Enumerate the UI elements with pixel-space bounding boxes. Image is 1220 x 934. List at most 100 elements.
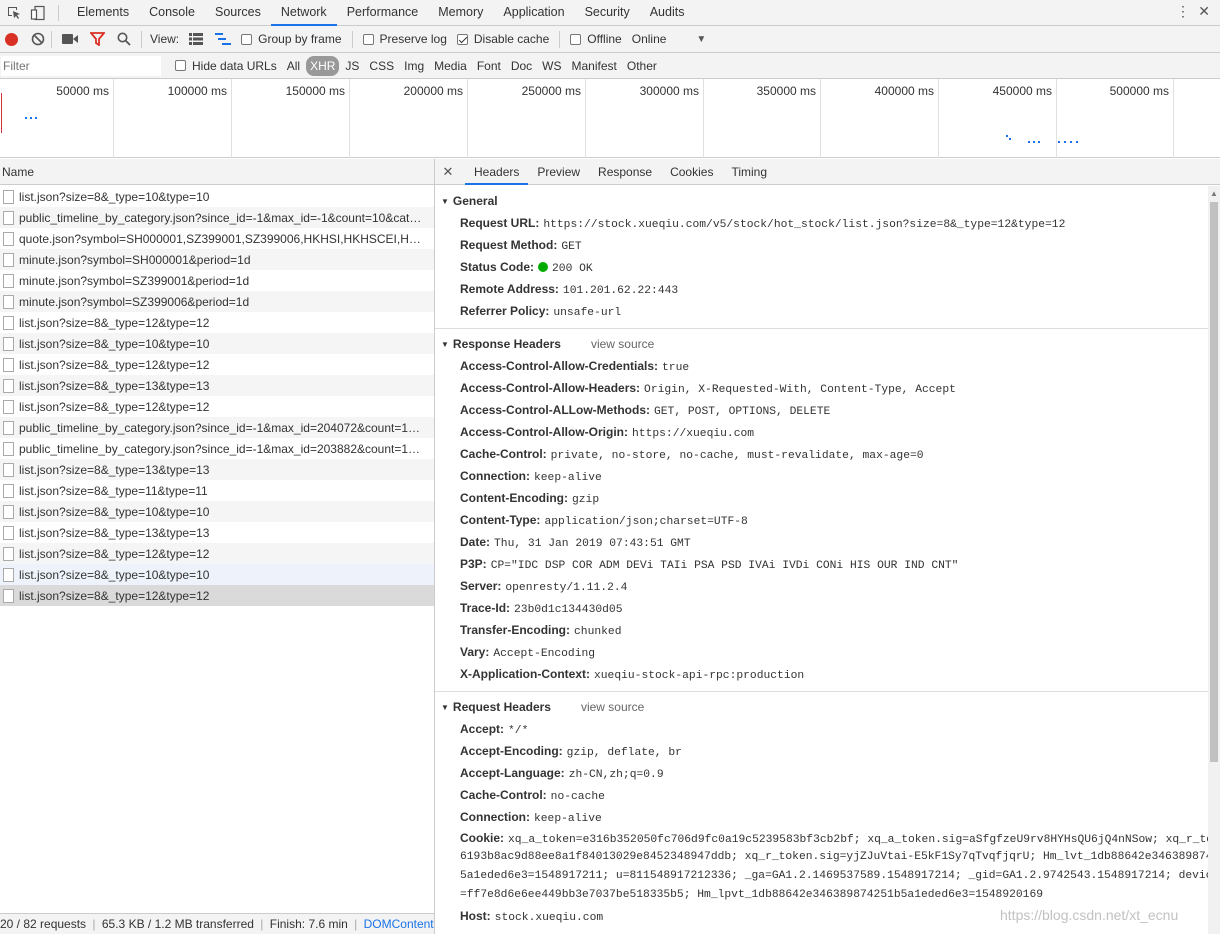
filter-type-js[interactable]: JS	[341, 56, 363, 76]
tab-network[interactable]: Network	[270, 0, 337, 26]
request-row[interactable]: minute.json?symbol=SH000001&period=1d	[0, 249, 434, 270]
header-row: Connection: keep-alive	[435, 806, 1208, 828]
request-row[interactable]: list.json?size=8&_type=12&type=12	[0, 396, 434, 417]
close-detail-icon[interactable]: ✕	[435, 164, 461, 180]
detail-tab-preview[interactable]: Preview	[528, 159, 589, 185]
request-row[interactable]: public_timeline_by_category.json?since_i…	[0, 417, 434, 438]
tab-memory[interactable]: Memory	[428, 0, 493, 26]
view-source-link[interactable]: view source	[591, 337, 654, 351]
request-row[interactable]: list.json?size=8&_type=12&type=12	[0, 312, 434, 333]
search-icon[interactable]	[117, 26, 131, 53]
expand-triangle-icon: ▼	[441, 339, 449, 349]
request-row[interactable]: minute.json?symbol=SZ399006&period=1d	[0, 291, 434, 312]
file-icon	[3, 273, 14, 288]
request-row[interactable]: list.json?size=8&_type=12&type=12	[0, 354, 434, 375]
waterfall-icon[interactable]	[215, 26, 232, 53]
tab-console[interactable]: Console	[139, 0, 205, 26]
file-icon	[3, 378, 14, 393]
details-scrollbar[interactable]: ▲	[1208, 186, 1220, 934]
preserve-log-checkbox[interactable]: Preserve log	[362, 26, 447, 53]
request-headers-header[interactable]: ▼ Request Headers view source	[435, 696, 1208, 718]
request-name: list.json?size=8&_type=13&type=13	[19, 462, 210, 477]
request-row[interactable]: list.json?size=8&_type=12&type=12	[0, 585, 434, 606]
filter-type-css[interactable]: CSS	[365, 56, 398, 76]
request-row[interactable]: list.json?size=8&_type=13&type=13	[0, 522, 434, 543]
offline-checkbox[interactable]: Offline	[570, 26, 622, 53]
hide-data-urls-checkbox[interactable]: Hide data URLs	[175, 52, 277, 79]
timeline-gridline	[938, 79, 939, 158]
large-rows-icon[interactable]	[189, 26, 204, 53]
request-row[interactable]: list.json?size=8&_type=10&type=10	[0, 186, 434, 207]
detail-tab-cookies[interactable]: Cookies	[661, 159, 722, 185]
request-row[interactable]: list.json?size=8&_type=13&type=13	[0, 375, 434, 396]
tab-audits[interactable]: Audits	[640, 0, 695, 26]
general-header[interactable]: ▼ General	[435, 190, 1208, 212]
request-row[interactable]: public_timeline_by_category.json?since_i…	[0, 438, 434, 459]
request-name: minute.json?symbol=SZ399006&period=1d	[19, 294, 250, 309]
group-by-frame-checkbox[interactable]: Group by frame	[241, 26, 342, 53]
finish-time: Finish: 7.6 min	[269, 917, 348, 931]
detail-tab-response[interactable]: Response	[589, 159, 661, 185]
header-key: Access-Control-Allow-Origin:	[460, 425, 629, 439]
device-toolbar-icon[interactable]	[30, 5, 46, 21]
filter-type-media[interactable]: Media	[430, 56, 471, 76]
tab-application[interactable]: Application	[493, 0, 574, 26]
timeline-gridline	[820, 79, 821, 158]
scroll-up-icon[interactable]: ▲	[1210, 189, 1218, 198]
detail-tab-timing[interactable]: Timing	[722, 159, 776, 185]
header-key: Accept-Language:	[460, 766, 565, 780]
network-toolbar: View: Group by frame Preserve log Disabl…	[0, 26, 1220, 53]
file-icon	[3, 210, 14, 225]
throttle-select[interactable]: Online ▼	[632, 26, 707, 53]
header-value: gzip, deflate, br	[566, 747, 682, 759]
response-headers-header[interactable]: ▼ Response Headers view source	[435, 333, 1208, 355]
tab-security[interactable]: Security	[575, 0, 640, 26]
disable-cache-checkbox[interactable]: Disable cache	[456, 26, 549, 53]
request-row[interactable]: list.json?size=8&_type=10&type=10	[0, 564, 434, 585]
filter-type-img[interactable]: Img	[400, 56, 428, 76]
file-icon	[3, 357, 14, 372]
header-key: P3P:	[460, 557, 487, 571]
close-devtools-icon[interactable]: ✕	[1198, 3, 1210, 20]
filter-type-ws[interactable]: WS	[538, 56, 565, 76]
filter-icon[interactable]	[90, 26, 105, 53]
filter-type-xhr[interactable]: XHR	[306, 55, 340, 76]
request-row[interactable]: public_timeline_by_category.json?since_i…	[0, 207, 434, 228]
filter-type-other[interactable]: Other	[623, 56, 661, 76]
video-camera-icon[interactable]	[62, 26, 78, 53]
header-value: https://stock.xueqiu.com/v5/stock/hot_st…	[543, 219, 1066, 231]
network-overview-timeline[interactable]: 50000 ms 100000 ms 150000 ms 200000 ms 25000…	[0, 79, 1220, 158]
more-options-icon[interactable]: ⋮	[1176, 3, 1190, 20]
tab-elements[interactable]: Elements	[67, 0, 139, 26]
request-row[interactable]: list.json?size=8&_type=10&type=10	[0, 501, 434, 522]
request-row[interactable]: minute.json?symbol=SZ399001&period=1d	[0, 270, 434, 291]
header-row: P3P: CP="IDC DSP COR ADM DEVi TAIi PSA PS…	[435, 553, 1208, 575]
timeline-tick-label: 100000 ms	[167, 84, 227, 98]
request-name: list.json?size=8&_type=12&type=12	[19, 357, 210, 372]
tab-sources[interactable]: Sources	[205, 0, 271, 26]
header-row: Request Method: GET	[435, 234, 1208, 256]
timeline-tick-label: 50000 ms	[56, 84, 109, 98]
header-row: Access-Control-Allow-Credentials: true	[435, 355, 1208, 377]
filter-input[interactable]	[1, 55, 161, 76]
header-key: Connection:	[460, 810, 530, 824]
record-button[interactable]	[4, 26, 19, 53]
view-source-link[interactable]: view source	[581, 700, 644, 714]
tab-performance[interactable]: Performance	[337, 0, 429, 26]
filter-type-manifest[interactable]: Manifest	[568, 56, 621, 76]
request-row[interactable]: list.json?size=8&_type=13&type=13	[0, 459, 434, 480]
request-row[interactable]: list.json?size=8&_type=11&type=11	[0, 480, 434, 501]
filter-type-doc[interactable]: Doc	[507, 56, 536, 76]
header-value: unsafe-url	[553, 307, 622, 319]
detail-tab-headers[interactable]: Headers	[465, 159, 529, 185]
filter-type-font[interactable]: Font	[473, 56, 505, 76]
scrollbar-thumb[interactable]	[1210, 202, 1218, 762]
request-row[interactable]: quote.json?symbol=SH000001,SZ399001,SZ39…	[0, 228, 434, 249]
request-row[interactable]: list.json?size=8&_type=12&type=12	[0, 543, 434, 564]
clear-icon[interactable]	[31, 26, 45, 53]
request-row[interactable]: list.json?size=8&_type=10&type=10	[0, 333, 434, 354]
inspect-element-icon[interactable]	[6, 5, 22, 21]
name-column-header[interactable]: Name	[0, 159, 434, 185]
filter-type-all[interactable]: All	[283, 56, 304, 76]
header-value: no-cache	[550, 791, 605, 803]
